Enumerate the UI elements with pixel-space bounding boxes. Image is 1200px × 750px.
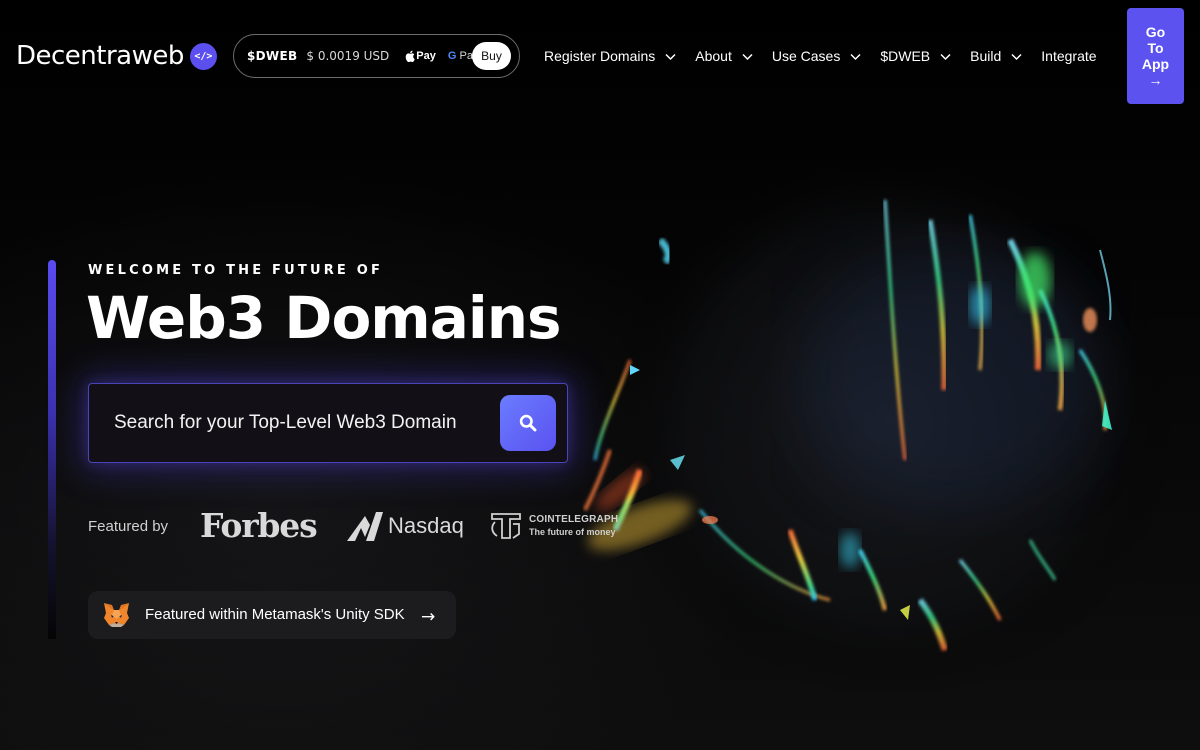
search-button[interactable] <box>500 395 556 451</box>
site-logo[interactable]: Decentraweb </> <box>16 38 217 74</box>
nav-use-cases[interactable]: Use Cases <box>772 48 862 64</box>
nav-label: Build <box>970 48 1002 64</box>
code-brackets-icon: </> <box>189 42 217 70</box>
chevron-down-icon <box>1011 53 1022 60</box>
cointelegraph-name: COINTELEGRAPH <box>529 514 619 525</box>
prism-light-art <box>583 140 1180 700</box>
chevron-down-icon <box>742 53 753 60</box>
go-to-app-line1: Go <box>1145 24 1166 40</box>
nav-label: Register Domains <box>544 48 656 64</box>
go-to-app-line3: App <box>1141 56 1170 72</box>
nav-label: Use Cases <box>771 48 841 64</box>
go-to-app-button[interactable]: Go To App → <box>1127 8 1184 104</box>
metamask-feature-label: Featured within Metamask's Unity SDK <box>145 606 405 623</box>
cointelegraph-mark-icon <box>491 513 521 539</box>
nav-build[interactable]: Build <box>970 48 1023 64</box>
metamask-feature-link[interactable]: Featured within Metamask's Unity SDK → <box>88 591 456 639</box>
token-price: $ 0.0019 USD <box>306 49 390 63</box>
forbes-logo[interactable]: Forbes <box>200 506 318 546</box>
cointelegraph-text: COINTELEGRAPH The future of money <box>529 514 618 538</box>
nasdaq-mark-icon <box>347 512 383 541</box>
chevron-down-icon <box>940 53 951 60</box>
featured-by-label: Featured by <box>88 518 169 535</box>
token-name: $DWEB <box>247 49 298 63</box>
hero-headline: Web3 Domains <box>86 284 562 352</box>
domain-search-input[interactable] <box>89 384 489 462</box>
arrow-right-icon: → <box>1148 72 1163 88</box>
cointelegraph-tagline: The future of money <box>529 527 616 537</box>
logo-wordmark: Decentraweb <box>16 41 184 71</box>
nav-label: About <box>695 48 732 64</box>
chevron-down-icon <box>665 53 676 60</box>
hero-accent-bar <box>48 260 56 639</box>
domain-search-box <box>88 383 568 463</box>
metamask-fox-icon <box>104 603 129 627</box>
apple-pay-label: Pay <box>416 50 436 62</box>
token-price-widget: $DWEB $ 0.0019 USD Pay G Pay Buy <box>233 34 520 78</box>
go-to-app-line2: To <box>1147 40 1164 56</box>
search-icon <box>519 414 537 432</box>
nav-integrate[interactable]: Integrate <box>1041 48 1096 64</box>
nav-dweb[interactable]: $DWEB <box>880 48 952 64</box>
nav-register-domains[interactable]: Register Domains <box>544 48 677 64</box>
nav-label: $DWEB <box>880 48 931 64</box>
hero-eyebrow: WELCOME TO THE FUTURE OF <box>88 263 384 278</box>
buy-button[interactable]: Buy <box>472 42 511 70</box>
arrow-right-icon: → <box>421 607 436 627</box>
apple-pay-logo: Pay <box>405 50 436 62</box>
apple-icon <box>406 50 415 62</box>
nasdaq-logo[interactable]: Nasdaq <box>347 510 464 542</box>
nav-label: Integrate <box>1041 48 1097 64</box>
nav-about[interactable]: About <box>695 48 754 64</box>
landing-page: Decentraweb </> $DWEB $ 0.0019 USD Pay G… <box>0 0 1200 750</box>
main-nav: Register Domains About Use Cases $DWEB B… <box>544 46 1097 66</box>
nasdaq-wordmark: Nasdaq <box>388 513 464 538</box>
chevron-down-icon <box>850 53 861 60</box>
cointelegraph-logo[interactable]: COINTELEGRAPH The future of money <box>489 510 618 542</box>
site-header: Decentraweb </> $DWEB $ 0.0019 USD Pay G… <box>0 0 1200 112</box>
